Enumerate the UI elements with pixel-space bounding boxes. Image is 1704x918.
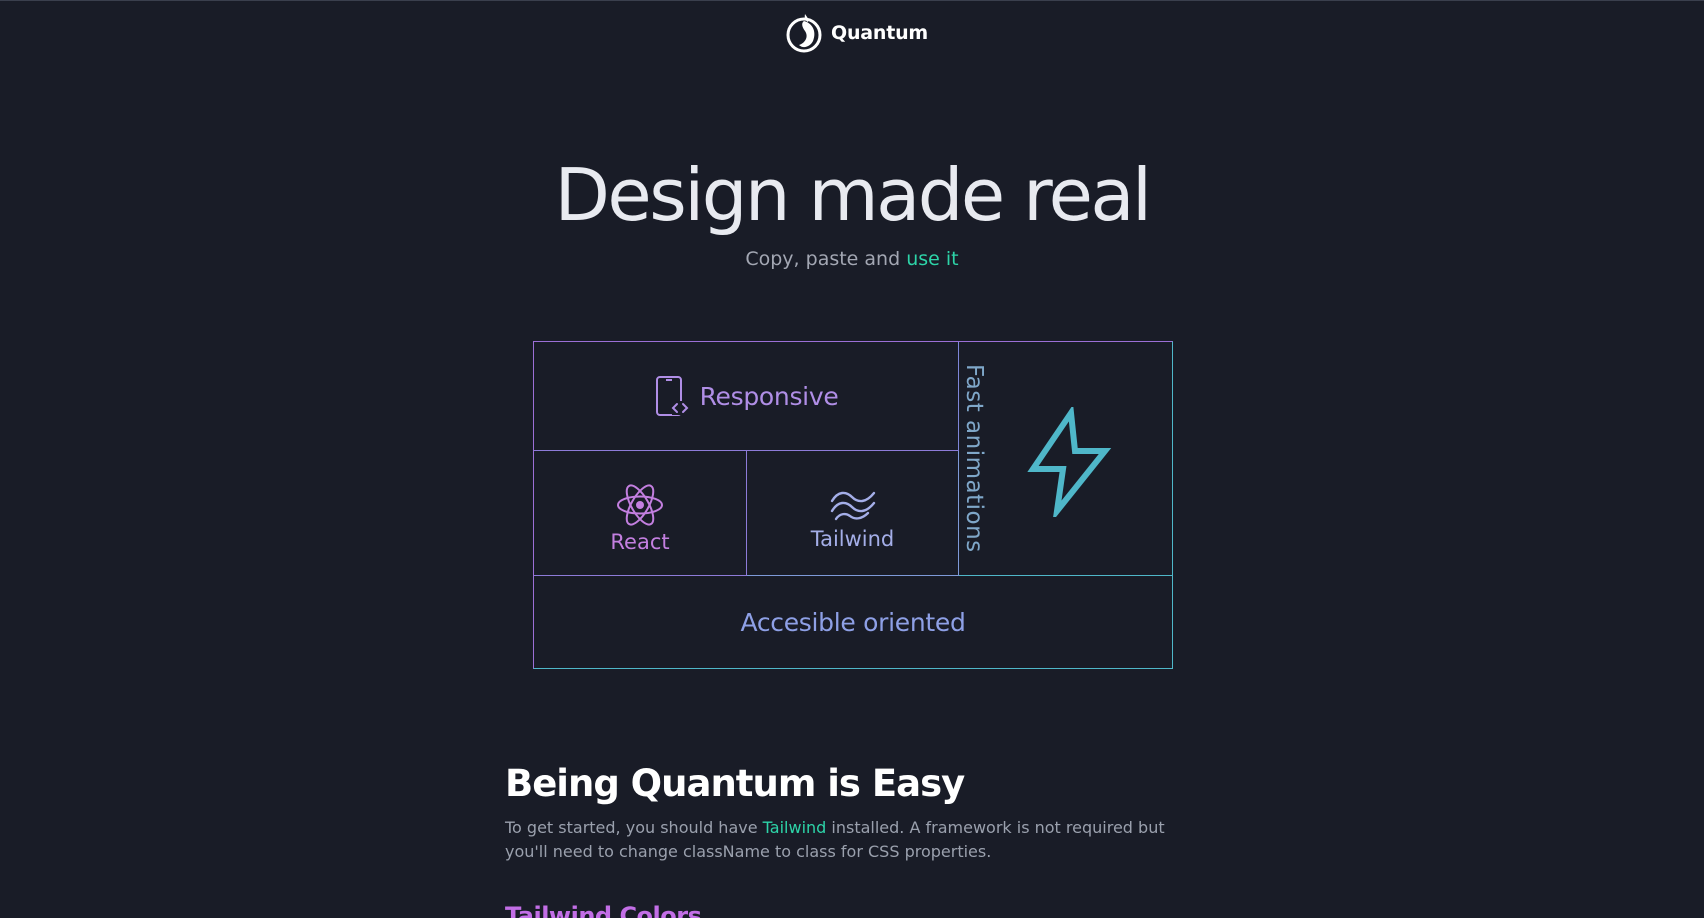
feature-accessible: Accesible oriented (534, 576, 1172, 668)
feature-responsive-label: Responsive (699, 381, 839, 411)
section-text: To get started, you should have Tailwind… (505, 816, 1165, 864)
tailwind-waves-icon (830, 491, 875, 521)
tailwind-link[interactable]: Tailwind (763, 818, 827, 837)
mobile-code-icon (655, 376, 689, 416)
feature-responsive: Responsive (534, 342, 959, 451)
section-text-before: To get started, you should have (505, 818, 758, 837)
lightning-bolt-icon (1027, 407, 1112, 517)
features-grid: Responsive React Tailwind Fast animation… (533, 341, 1173, 669)
brand-name: Quantum (831, 21, 929, 44)
quantum-logo-icon (786, 14, 822, 53)
feature-react: React (534, 451, 747, 576)
feature-fast-label: Fast animations (961, 364, 987, 553)
brand[interactable]: Quantum (785, 11, 928, 54)
page: Quantum Design made real Copy, paste and… (0, 0, 1704, 918)
hero-subtitle: Copy, paste and use it (0, 246, 1704, 272)
tailwind-colors-title: Tailwind Colors (505, 902, 702, 918)
top-divider (0, 0, 1704, 1)
feature-accessible-label: Accesible oriented (740, 607, 966, 637)
feature-tailwind: Tailwind (747, 451, 959, 576)
hero-subtitle-text: Copy, paste and (745, 248, 901, 270)
feature-fast-animations: Fast animations (959, 342, 1172, 576)
hero-title: Design made real (554, 153, 1152, 237)
section-title: Being Quantum is Easy (505, 762, 965, 805)
hero-subtitle-accent: use it (906, 248, 959, 270)
feature-react-label: React (610, 530, 670, 554)
feature-tailwind-label: Tailwind (810, 527, 895, 551)
react-atom-icon (617, 484, 663, 526)
